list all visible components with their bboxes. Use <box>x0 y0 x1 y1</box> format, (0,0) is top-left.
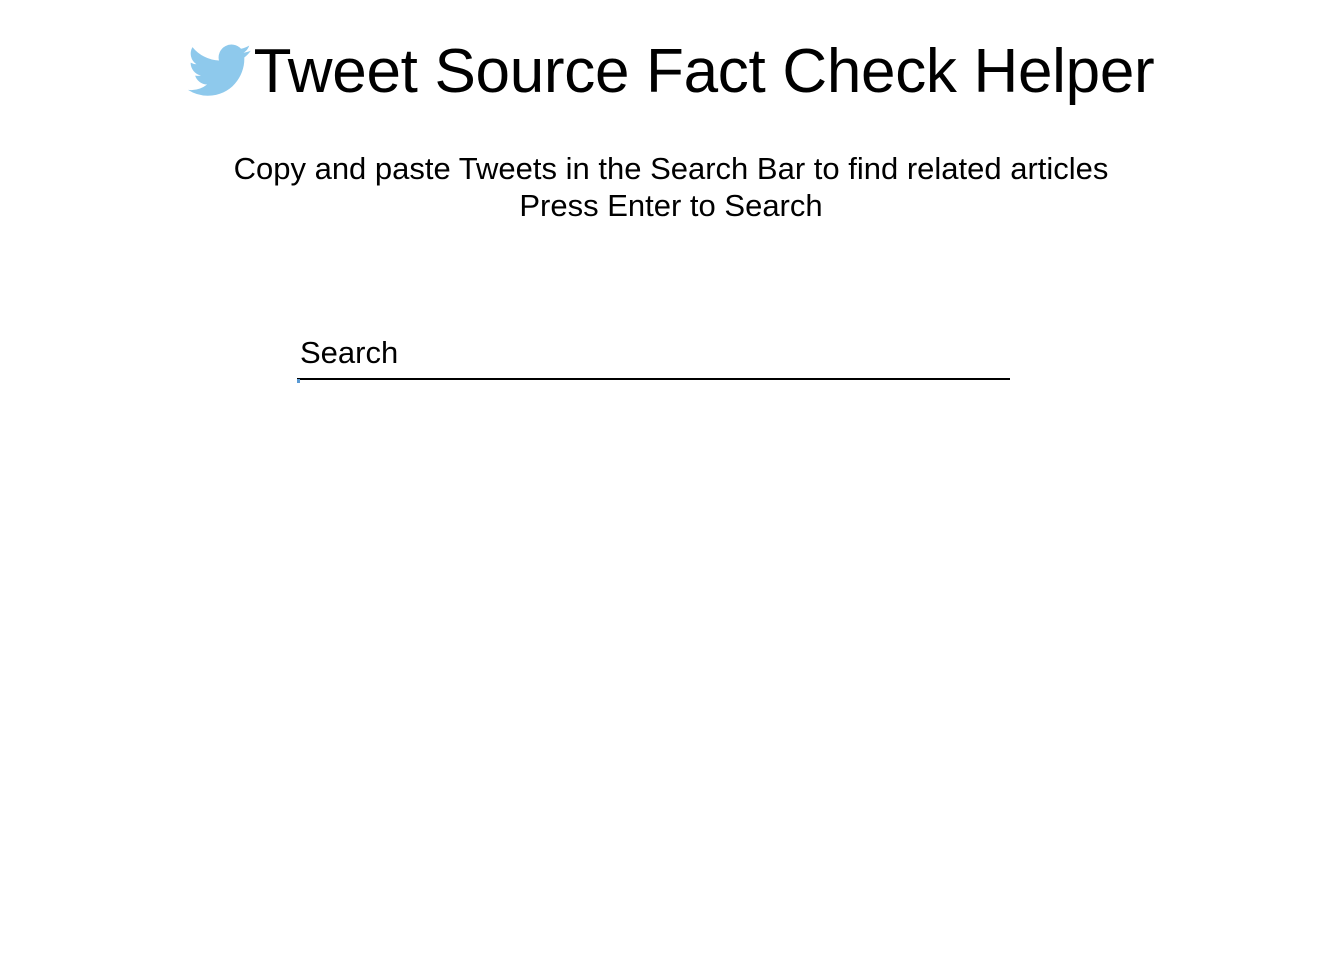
search-focus-indicator <box>297 379 300 383</box>
instructions: Copy and paste Tweets in the Search Bar … <box>0 150 1342 224</box>
page-title: Tweet Source Fact Check Helper <box>253 37 1155 106</box>
search-input[interactable] <box>297 328 1010 380</box>
instruction-line-paste: Copy and paste Tweets in the Search Bar … <box>233 151 1109 186</box>
search-bar <box>297 328 1010 384</box>
instruction-line-enter: Press Enter to Search <box>519 188 823 223</box>
page-header: Tweet Source Fact Check Helper <box>0 30 1342 114</box>
twitter-bird-icon <box>187 44 252 100</box>
